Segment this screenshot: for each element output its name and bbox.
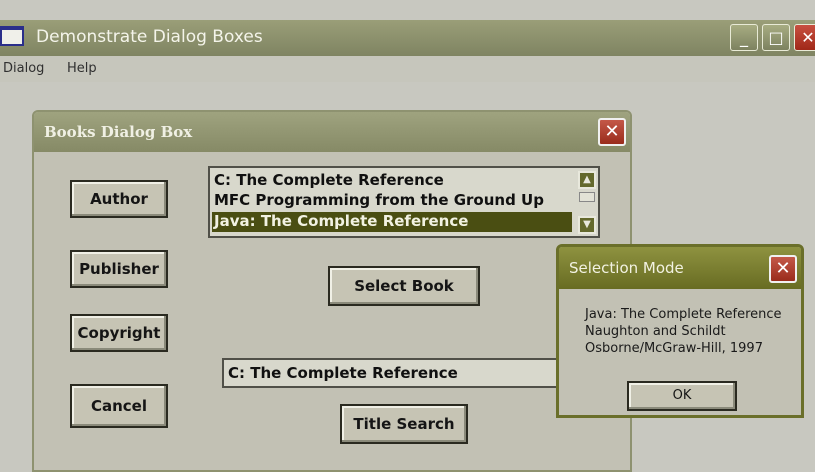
main-window-title-bar[interactable]: Demonstrate Dialog Boxes _ □ ✕ — [0, 20, 815, 56]
publisher-button[interactable]: Publisher — [70, 250, 168, 288]
title-edit-field[interactable]: C: The Complete Reference — [222, 358, 562, 388]
books-dialog: Books Dialog Box ✕ Author Publisher Copy… — [32, 110, 632, 472]
selection-mode-dialog: Selection Mode ✕ Java: The Complete Refe… — [556, 244, 804, 418]
title-search-button[interactable]: Title Search — [340, 404, 468, 444]
selection-dialog-title: Selection Mode — [569, 259, 684, 277]
copyright-button[interactable]: Copyright — [70, 314, 168, 352]
minimize-icon[interactable]: _ — [730, 24, 758, 51]
scrollbar-thumb[interactable] — [579, 192, 595, 202]
selection-line-publisher: Osborne/McGraw-Hill, 1997 — [585, 341, 763, 356]
scroll-up-icon[interactable]: ▲ — [578, 171, 596, 189]
main-window-title: Demonstrate Dialog Boxes — [36, 27, 263, 47]
books-dialog-title: Books Dialog Box — [44, 123, 193, 141]
books-listbox[interactable]: C: The Complete Reference MFC Programmin… — [208, 166, 600, 238]
list-item-selected[interactable]: Java: The Complete Reference — [212, 212, 572, 232]
list-item[interactable]: C: The Complete Reference — [212, 171, 572, 191]
menubar: Dialog Help — [0, 56, 815, 82]
list-item[interactable]: MFC Programming from the Ground Up — [212, 191, 572, 211]
books-dialog-title-bar[interactable]: Books Dialog Box ✕ — [34, 112, 630, 152]
books-dialog-close-icon[interactable]: ✕ — [598, 118, 626, 146]
ok-button[interactable]: OK — [627, 381, 737, 411]
close-icon[interactable]: ✕ — [794, 24, 815, 51]
maximize-icon[interactable]: □ — [762, 24, 790, 51]
author-button[interactable]: Author — [70, 180, 168, 218]
selection-line-title: Java: The Complete Reference — [585, 307, 782, 322]
scroll-down-icon[interactable]: ▼ — [578, 216, 596, 234]
select-book-button[interactable]: Select Book — [328, 266, 480, 306]
selection-line-author: Naughton and Schildt — [585, 324, 726, 339]
cancel-button[interactable]: Cancel — [70, 384, 168, 428]
app-window-icon — [0, 26, 24, 46]
menu-help[interactable]: Help — [67, 61, 97, 76]
menu-dialog[interactable]: Dialog — [3, 61, 44, 76]
selection-dialog-title-bar[interactable]: Selection Mode ✕ — [559, 247, 801, 289]
selection-dialog-close-icon[interactable]: ✕ — [769, 255, 797, 283]
